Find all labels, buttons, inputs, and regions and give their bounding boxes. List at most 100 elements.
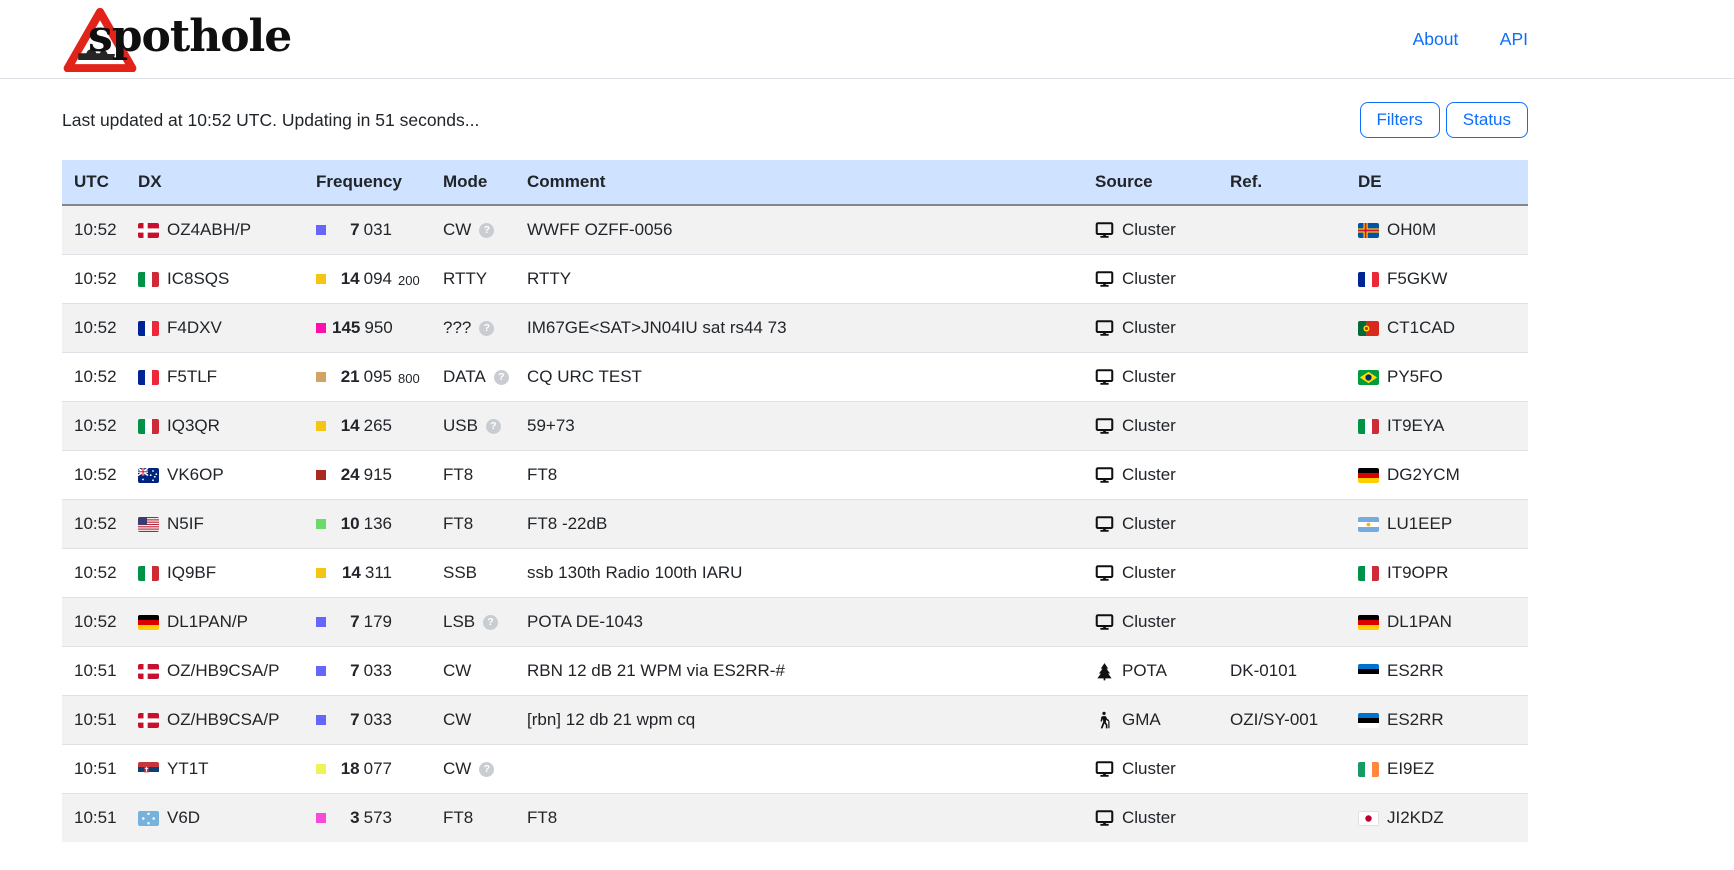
- comment-text: FT8 -22dB: [527, 514, 607, 533]
- frequency-value: 3573: [332, 808, 392, 828]
- table-row: 10:52DL1PAN/P7179LSB?POTA DE-1043Cluster…: [62, 598, 1528, 647]
- source-label: Cluster: [1122, 318, 1176, 338]
- band-color-square: [316, 323, 326, 333]
- dx-wrap: VK6OP: [138, 465, 292, 485]
- de-wrap: CT1CAD: [1358, 318, 1516, 338]
- mode-cell: USB?: [431, 402, 515, 451]
- flag-fr-icon: [138, 321, 159, 336]
- dx-callsign: YT1T: [167, 759, 209, 779]
- source-cell: Cluster: [1083, 353, 1218, 402]
- comment-text: IM67GE<SAT>JN04IU sat rs44 73: [527, 318, 787, 337]
- dx-wrap: N5IF: [138, 514, 292, 534]
- de-wrap: ES2RR: [1358, 661, 1516, 681]
- dx-cell: F4DXV: [126, 304, 304, 353]
- mode-cell: FT8: [431, 500, 515, 549]
- flag-de-icon: [1358, 468, 1379, 483]
- utc-cell: 10:52: [62, 451, 126, 500]
- frequency-cell: 14094200: [304, 255, 431, 304]
- mode-cell: CW?: [431, 205, 515, 255]
- dx-callsign: VK6OP: [167, 465, 224, 485]
- comment-cell: FT8: [515, 451, 1083, 500]
- de-wrap: DL1PAN: [1358, 612, 1516, 632]
- de-cell: DL1PAN: [1346, 598, 1528, 647]
- source-wrap: Cluster: [1095, 759, 1206, 779]
- ref-cell: [1218, 745, 1346, 794]
- flag-it-icon: [138, 419, 159, 434]
- source-label: Cluster: [1122, 612, 1176, 632]
- frequency-cell: 18077: [304, 745, 431, 794]
- dx-cell: YT1T: [126, 745, 304, 794]
- comment-cell: RTTY: [515, 255, 1083, 304]
- flag-dk-icon: [138, 664, 159, 679]
- flag-fr-icon: [1358, 272, 1379, 287]
- utc-cell: 10:52: [62, 402, 126, 451]
- source-wrap: Cluster: [1095, 416, 1206, 436]
- comment-text: RBN 12 dB 21 WPM via ES2RR-#: [527, 661, 785, 680]
- filters-button[interactable]: Filters: [1360, 102, 1440, 138]
- nav-about[interactable]: About: [1413, 29, 1459, 49]
- flag-ar-icon: [1358, 517, 1379, 532]
- ref-cell: [1218, 451, 1346, 500]
- comment-cell: CQ URC TEST: [515, 353, 1083, 402]
- de-callsign: CT1CAD: [1387, 318, 1455, 338]
- source-cell: Cluster: [1083, 402, 1218, 451]
- mode-help-icon[interactable]: ?: [479, 321, 494, 336]
- flag-ee-icon: [1358, 713, 1379, 728]
- mode-cell: DATA?: [431, 353, 515, 402]
- comment-text: 59+73: [527, 416, 575, 435]
- dx-wrap: DL1PAN/P: [138, 612, 292, 632]
- mode-help-icon[interactable]: ?: [486, 419, 501, 434]
- ref-cell: [1218, 598, 1346, 647]
- mode-help-icon[interactable]: ?: [479, 223, 494, 238]
- flag-de-icon: [1358, 615, 1379, 630]
- monitor-icon: [1095, 564, 1114, 583]
- de-wrap: LU1EEP: [1358, 514, 1516, 534]
- source-wrap: Cluster: [1095, 514, 1206, 534]
- ref-cell: OZI/SY-001: [1218, 696, 1346, 745]
- band-color-square: [316, 617, 326, 627]
- dx-callsign: N5IF: [167, 514, 204, 534]
- ref-cell: DK-0101: [1218, 647, 1346, 696]
- mode-cell: ????: [431, 304, 515, 353]
- frequency-wrap: 14265: [316, 416, 419, 436]
- de-callsign: IT9OPR: [1387, 563, 1448, 583]
- frequency-wrap: 24915: [316, 465, 419, 485]
- frequency-cell: 14265: [304, 402, 431, 451]
- source-cell: Cluster: [1083, 745, 1218, 794]
- table-row: 10:52IQ9BF14311SSBssb 130th Radio 100th …: [62, 549, 1528, 598]
- band-color-square: [316, 372, 326, 382]
- status-button[interactable]: Status: [1446, 102, 1528, 138]
- mode-label: CW: [443, 710, 471, 730]
- comment-cell: FT8: [515, 794, 1083, 843]
- band-color-square: [316, 225, 326, 235]
- source-label: Cluster: [1122, 759, 1176, 779]
- monitor-icon: [1095, 417, 1114, 436]
- mode-label: CW: [443, 759, 471, 779]
- frequency-wrap: 7179: [316, 612, 419, 632]
- utc-cell: 10:51: [62, 745, 126, 794]
- source-label: Cluster: [1122, 416, 1176, 436]
- mode-cell: CW: [431, 696, 515, 745]
- utc-cell: 10:52: [62, 598, 126, 647]
- col-header-ref: Ref.: [1218, 160, 1346, 205]
- dx-cell: V6D: [126, 794, 304, 843]
- dx-wrap: IQ9BF: [138, 563, 292, 583]
- flag-pt-icon: [1358, 321, 1379, 336]
- source-wrap: Cluster: [1095, 465, 1206, 485]
- dx-cell: VK6OP: [126, 451, 304, 500]
- mode-help-icon[interactable]: ?: [479, 762, 494, 777]
- mode-help-icon[interactable]: ?: [494, 370, 509, 385]
- monitor-icon: [1095, 760, 1114, 779]
- band-color-square: [316, 715, 326, 725]
- band-color-square: [316, 421, 326, 431]
- mode-cell: SSB: [431, 549, 515, 598]
- nav-api[interactable]: API: [1500, 29, 1528, 49]
- de-cell: PY5FO: [1346, 353, 1528, 402]
- frequency-value: 21095: [332, 367, 392, 387]
- dx-cell: IQ3QR: [126, 402, 304, 451]
- flag-fm-icon: [138, 811, 159, 826]
- source-wrap: Cluster: [1095, 612, 1206, 632]
- col-header-dx: DX: [126, 160, 304, 205]
- frequency-cell: 3573: [304, 794, 431, 843]
- mode-help-icon[interactable]: ?: [483, 615, 498, 630]
